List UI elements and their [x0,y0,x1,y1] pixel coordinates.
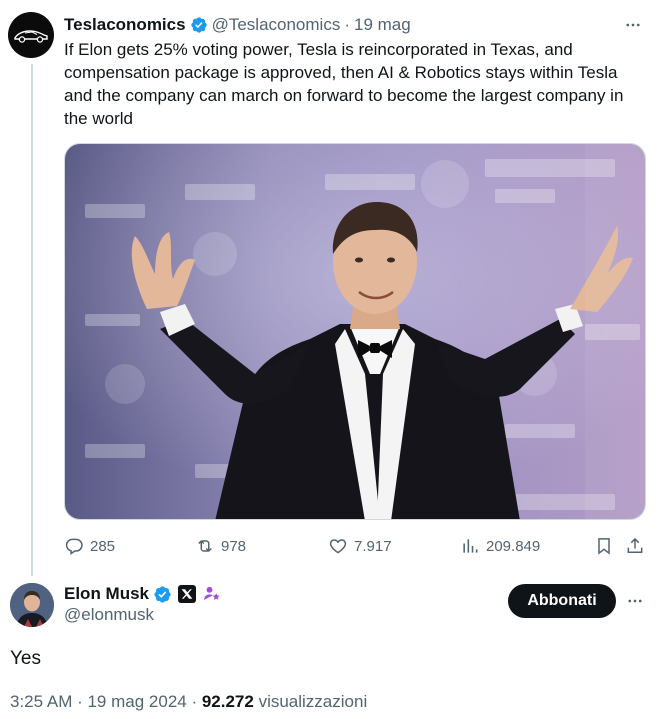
repost-button[interactable]: 978 [195,534,246,558]
tweet-photo[interactable] [64,143,646,520]
like-button[interactable]: 7.917 [328,534,392,558]
more-options-icon[interactable] [621,14,645,36]
tweet-time[interactable]: 19 mag [354,15,411,35]
analytics-icon [463,539,478,553]
reply-views-label: visualizzazioni [253,692,368,711]
tweet-text: If Elon gets 25% voting power, Tesla is … [64,40,624,128]
verified-badge-icon [190,16,208,34]
views-count: 209.849 [486,537,541,555]
heart-icon [329,539,347,554]
bookmark-button[interactable] [594,534,620,558]
separator: · [344,15,350,34]
reply-icon [65,538,83,555]
reply-text: Yes [10,648,41,669]
reply-author-handle[interactable]: @elonmusk [64,605,154,625]
subscribe-button[interactable]: Abbonati [508,584,616,618]
author-handle[interactable]: @Teslaconomics [212,15,341,35]
x-affiliate-icon[interactable] [178,585,197,603]
teslaconomics-avatar[interactable] [8,12,54,58]
elon-musk-avatar[interactable] [10,583,54,627]
reply-author-name[interactable]: Elon Musk [64,584,149,604]
reply-timestamp[interactable]: 3:25 AM · 19 mag 2024 · [10,692,202,711]
reply-button[interactable]: 285 [64,534,115,558]
reply-views-count: 92.272 [201,692,254,711]
avatar-photo [10,583,54,627]
creator-badge-icon[interactable] [202,584,222,604]
verified-badge-icon [153,585,172,604]
reply-header: Elon Musk [64,583,222,605]
reply-meta: 3:25 AM · 19 mag 2024 · 92.272 visualizz… [10,692,367,712]
author-name[interactable]: Teslaconomics [64,15,186,35]
bookmark-icon [598,538,610,555]
more-options-icon[interactable] [624,590,646,612]
repost-icon [198,539,212,553]
share-icon [627,537,643,553]
photo-man-tuxedo-arms-raised [65,144,645,519]
parent-tweet[interactable]: Teslaconomics @Teslaconomics · 19 mag If… [0,0,659,576]
reply-count: 285 [90,537,116,555]
thread-line [31,64,33,576]
views-button[interactable]: 209.849 [460,534,540,558]
parent-header: Teslaconomics @Teslaconomics · 19 mag [64,14,411,36]
repost-count: 978 [221,537,247,555]
like-count: 7.917 [354,537,392,555]
tesla-car-logo-icon [14,30,48,43]
tweet-actions: 285 978 7.917 209.849 [64,534,646,558]
share-button[interactable] [625,534,651,558]
